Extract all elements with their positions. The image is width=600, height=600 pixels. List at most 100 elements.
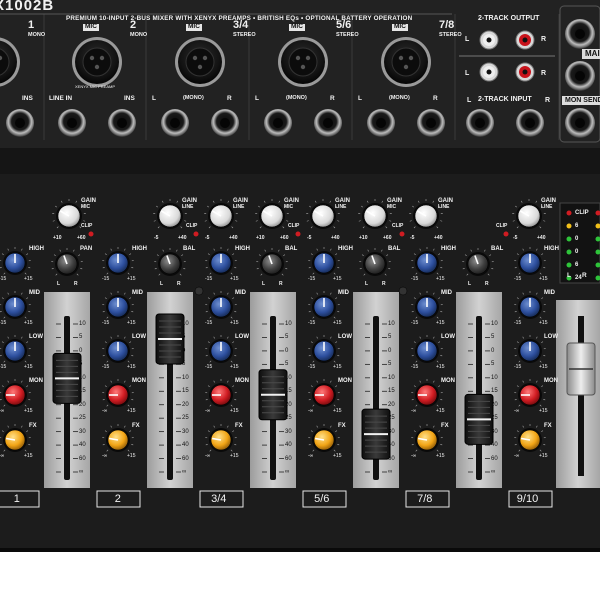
knob-max-mid-5: +15 [436, 320, 445, 326]
insert-jack-5[interactable] [417, 109, 445, 137]
knob-label-low-2: LOW [132, 334, 146, 340]
fader-cap-3[interactable] [258, 369, 288, 421]
knob-label-fx-6: FX [544, 423, 552, 429]
rca-jack-4[interactable] [515, 62, 535, 82]
fader-scale-1-8: 30 [79, 428, 86, 435]
mic-xlr-input-2[interactable] [72, 37, 122, 87]
main-out-jack-1[interactable] [565, 19, 595, 49]
insert-jack-4[interactable] [314, 109, 342, 137]
meter-label-5: 6 [575, 262, 579, 268]
knob-label-fx-4: FX [338, 423, 346, 429]
mic-xlr-input-3[interactable] [175, 37, 225, 87]
fader-scale-5-10: 60 [491, 455, 498, 462]
meter-led-left-1 [566, 210, 572, 216]
knob-label-fx-3: FX [235, 423, 243, 429]
line-input-jack-5[interactable] [367, 109, 395, 137]
knob-max-mid-1: +15 [24, 320, 33, 326]
rca-jack-3[interactable] [479, 62, 499, 82]
knob-max-mon-4: +15 [333, 408, 342, 414]
channel-kind-1: MONO [28, 32, 46, 38]
knob-min-fx-3: -∞ [205, 453, 211, 459]
fader-scale-5-7: 25 [491, 415, 498, 422]
gain-max-2: +40 [178, 235, 187, 241]
line-input-jack-4[interactable] [264, 109, 292, 137]
fader-cap-5[interactable] [464, 393, 494, 445]
strip-label-1: 1 [13, 493, 20, 505]
knob-min-mon-1: -∞ [0, 408, 5, 414]
channel-kind-5: STEREO [439, 32, 462, 38]
line-input-jack-2[interactable] [58, 109, 86, 137]
fader-scale-4-1: 5 [388, 334, 392, 341]
rca-jack-2[interactable] [515, 30, 535, 50]
clip-label-4: CLIP [392, 223, 404, 229]
fader-scale-5-3: 5 [491, 361, 495, 368]
fader-scale-5-4: 10 [491, 374, 498, 381]
fader-scale-1-3: 5 [79, 361, 83, 368]
knob-max-mon-5: +15 [436, 408, 445, 414]
knob-min-mid-6: -15 [514, 320, 522, 326]
knob-max-high-6: +15 [539, 276, 548, 282]
fader-scale-2-6: 20 [182, 401, 189, 408]
jack-mid-label-3: (MONO) [183, 95, 204, 101]
knob-max-low-6: +15 [539, 364, 548, 370]
knob-max-mid-4: +15 [333, 320, 342, 326]
fader-cap-1[interactable] [52, 352, 82, 404]
bal-label-3: BAL [285, 246, 298, 252]
gain-sub-label-8: LINE [541, 204, 553, 210]
fader-scale-2-9: 40 [182, 442, 189, 449]
knob-max-low-4: +15 [333, 364, 342, 370]
knob-max-fx-2: +15 [127, 453, 136, 459]
knob-label-mid-5: MID [441, 290, 452, 296]
gain-max-1: +60 [77, 235, 86, 241]
insert-jack-1[interactable] [6, 109, 34, 137]
jack-right-label-1: INS [22, 95, 33, 102]
knob-min-mid-5: -15 [411, 320, 419, 326]
two-track-input-jack-1[interactable] [466, 109, 494, 137]
rca-jack-1[interactable] [479, 30, 499, 50]
bal-r-2: R [177, 281, 181, 287]
main-out-jack-3[interactable] [565, 108, 595, 138]
fader-scale-3-9: 40 [285, 442, 292, 449]
fader-cap-4[interactable] [361, 408, 391, 460]
mic-xlr-input-5[interactable] [381, 37, 431, 87]
fader-scale-3-7: 25 [285, 415, 292, 422]
line-input-jack-3[interactable] [161, 109, 189, 137]
fader-scale-1-11: ∞ [79, 469, 84, 475]
fader-scale-1-1: 5 [79, 334, 83, 341]
gain-sub-label-1: MIC [81, 204, 91, 210]
knob-label-mon-2: MON [132, 378, 146, 384]
meter-label-1: CLIP [575, 210, 589, 216]
main-out-jack-2[interactable] [565, 61, 595, 91]
mic-xlr-input-4[interactable] [278, 37, 328, 87]
main-fader-cap[interactable] [566, 342, 596, 396]
panel-edge [0, 148, 600, 174]
fader-scale-4-9: 40 [388, 442, 395, 449]
meter-label-3: 0 [575, 236, 579, 242]
knob-min-high-2: -15 [102, 276, 110, 282]
knob-label-mon-6: MON [544, 378, 558, 384]
insert-jack-3[interactable] [211, 109, 239, 137]
fader-cap-2[interactable] [155, 313, 185, 365]
main-out-label: MAI [582, 49, 600, 59]
insert-jack-2[interactable] [108, 109, 136, 137]
knob-max-mon-6: +15 [539, 408, 548, 414]
knob-label-high-1: HIGH [29, 246, 44, 252]
knob-min-mid-4: -15 [308, 320, 316, 326]
jack-left-label-5: L [358, 95, 362, 102]
knob-min-fx-2: -∞ [102, 453, 108, 459]
meter-label-6: 24 [575, 275, 582, 281]
knob-max-mon-1: +15 [24, 408, 33, 414]
fader-scale-3-0: 10 [285, 321, 292, 327]
rca-in-right-label: R [541, 70, 547, 77]
fader-scale-4-0: 10 [388, 321, 395, 327]
gain-min-4: +10 [256, 235, 265, 241]
knob-min-low-5: -15 [411, 364, 419, 370]
meter-left-label: L [567, 272, 571, 279]
knob-label-mon-4: MON [338, 378, 352, 384]
fader-scale-1-7: 25 [79, 415, 86, 422]
bal-r-4: R [382, 281, 386, 287]
jack-left-label-4: L [255, 95, 259, 102]
two-track-input-jack-2[interactable] [516, 109, 544, 137]
pan-label-1: PAN [80, 246, 93, 252]
fader-scale-4-5: 15 [388, 388, 395, 395]
